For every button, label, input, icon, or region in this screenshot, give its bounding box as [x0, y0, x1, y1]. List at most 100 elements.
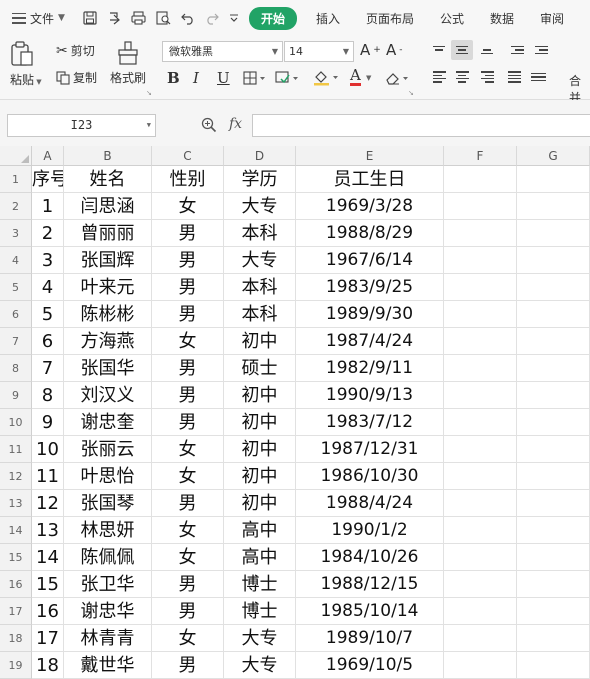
- cell-f5[interactable]: [444, 274, 517, 301]
- cell-d18[interactable]: 大专: [224, 625, 296, 652]
- tab-insert[interactable]: 插入: [303, 10, 353, 27]
- underline-icon[interactable]: U: [217, 69, 230, 87]
- cell-e13[interactable]: 1988/4/24: [296, 490, 444, 517]
- clipboard-group-expander-icon[interactable]: ↘: [146, 89, 152, 97]
- cell-c15[interactable]: 女: [152, 544, 224, 571]
- cell-c18[interactable]: 女: [152, 625, 224, 652]
- row-header[interactable]: 11: [0, 436, 32, 463]
- cell-e15[interactable]: 1984/10/26: [296, 544, 444, 571]
- cell-b4[interactable]: 张国辉: [64, 247, 152, 274]
- cell-a11[interactable]: 10: [32, 436, 64, 463]
- increase-indent-button[interactable]: [530, 40, 552, 60]
- export-icon[interactable]: [107, 11, 121, 25]
- cell-c16[interactable]: 男: [152, 571, 224, 598]
- row-header[interactable]: 17: [0, 598, 32, 625]
- cell-e8[interactable]: 1982/9/11: [296, 355, 444, 382]
- format-painter-button[interactable]: 格式刷: [110, 41, 146, 86]
- cell-a19[interactable]: 18: [32, 652, 64, 679]
- undo-icon[interactable]: [181, 11, 195, 25]
- cell-g10[interactable]: [517, 409, 590, 436]
- cell-c8[interactable]: 男: [152, 355, 224, 382]
- bold-icon[interactable]: B: [167, 69, 180, 87]
- cell-a3[interactable]: 2: [32, 220, 64, 247]
- column-header-a[interactable]: A: [32, 146, 64, 166]
- cell-f18[interactable]: [444, 625, 517, 652]
- cell-c6[interactable]: 男: [152, 301, 224, 328]
- cell-c12[interactable]: 女: [152, 463, 224, 490]
- cell-e12[interactable]: 1986/10/30: [296, 463, 444, 490]
- clear-format-icon[interactable]: [384, 71, 412, 85]
- font-group-expander-icon[interactable]: ↘: [408, 89, 414, 97]
- cell-c2[interactable]: 女: [152, 193, 224, 220]
- row-header[interactable]: 3: [0, 220, 32, 247]
- column-header-c[interactable]: C: [152, 146, 224, 166]
- print-icon[interactable]: [131, 11, 146, 25]
- cell-b11[interactable]: 张丽云: [64, 436, 152, 463]
- cell-e11[interactable]: 1987/12/31: [296, 436, 444, 463]
- cut-button[interactable]: ✂ 剪切: [56, 42, 95, 59]
- cell-d5[interactable]: 本科: [224, 274, 296, 301]
- cell-c11[interactable]: 女: [152, 436, 224, 463]
- cell-b13[interactable]: 张国琴: [64, 490, 152, 517]
- cell-f14[interactable]: [444, 517, 517, 544]
- cell-e9[interactable]: 1990/9/13: [296, 382, 444, 409]
- row-header[interactable]: 4: [0, 247, 32, 274]
- cell-d14[interactable]: 高中: [224, 517, 296, 544]
- cell-f7[interactable]: [444, 328, 517, 355]
- cell-f6[interactable]: [444, 301, 517, 328]
- cell-d15[interactable]: 高中: [224, 544, 296, 571]
- cell-b2[interactable]: 闫思涵: [64, 193, 152, 220]
- cell-e19[interactable]: 1969/10/5: [296, 652, 444, 679]
- cell-b14[interactable]: 林思妍: [64, 517, 152, 544]
- cell-a5[interactable]: 4: [32, 274, 64, 301]
- font-name-select[interactable]: 微软雅黑 ▼: [162, 41, 283, 62]
- row-header[interactable]: 12: [0, 463, 32, 490]
- cell-c14[interactable]: 女: [152, 517, 224, 544]
- cell-c17[interactable]: 男: [152, 598, 224, 625]
- cell-e4[interactable]: 1967/6/14: [296, 247, 444, 274]
- cell-a14[interactable]: 13: [32, 517, 64, 544]
- cell-a17[interactable]: 16: [32, 598, 64, 625]
- row-header[interactable]: 16: [0, 571, 32, 598]
- cell-g13[interactable]: [517, 490, 590, 517]
- tab-data[interactable]: 数据: [477, 10, 527, 27]
- italic-icon[interactable]: I: [193, 69, 199, 87]
- cell-g19[interactable]: [517, 652, 590, 679]
- cell-b1[interactable]: 姓名: [64, 166, 152, 193]
- cell-g1[interactable]: [517, 166, 590, 193]
- row-header[interactable]: 6: [0, 301, 32, 328]
- cell-a2[interactable]: 1: [32, 193, 64, 220]
- cell-f2[interactable]: [444, 193, 517, 220]
- align-bottom-button[interactable]: [476, 40, 498, 60]
- cell-f13[interactable]: [444, 490, 517, 517]
- decrease-font-button[interactable]: A-: [386, 41, 403, 59]
- more-dropdown-icon[interactable]: [229, 11, 239, 25]
- copy-button[interactable]: 复制: [56, 69, 97, 86]
- cell-a12[interactable]: 11: [32, 463, 64, 490]
- cell-e14[interactable]: 1990/1/2: [296, 517, 444, 544]
- cell-g11[interactable]: [517, 436, 590, 463]
- cell-b12[interactable]: 叶思怡: [64, 463, 152, 490]
- cell-c19[interactable]: 男: [152, 652, 224, 679]
- cell-b9[interactable]: 刘汉义: [64, 382, 152, 409]
- cell-a13[interactable]: 12: [32, 490, 64, 517]
- cell-g8[interactable]: [517, 355, 590, 382]
- align-middle-button[interactable]: [451, 40, 473, 60]
- cell-b10[interactable]: 谢忠奎: [64, 409, 152, 436]
- column-header-e[interactable]: E: [296, 146, 444, 166]
- select-all-corner[interactable]: [0, 146, 32, 166]
- cell-g12[interactable]: [517, 463, 590, 490]
- decrease-indent-button[interactable]: [506, 40, 528, 60]
- align-top-button[interactable]: [428, 40, 450, 60]
- row-header[interactable]: 2: [0, 193, 32, 220]
- cell-b6[interactable]: 陈彬彬: [64, 301, 152, 328]
- cell-e5[interactable]: 1983/9/25: [296, 274, 444, 301]
- cell-d7[interactable]: 初中: [224, 328, 296, 355]
- zoom-search-icon[interactable]: [201, 117, 217, 133]
- cell-a9[interactable]: 8: [32, 382, 64, 409]
- tab-formulas[interactable]: 公式: [427, 10, 477, 27]
- cell-d8[interactable]: 硕士: [224, 355, 296, 382]
- cell-b7[interactable]: 方海燕: [64, 328, 152, 355]
- save-icon[interactable]: [83, 11, 97, 25]
- cell-d3[interactable]: 本科: [224, 220, 296, 247]
